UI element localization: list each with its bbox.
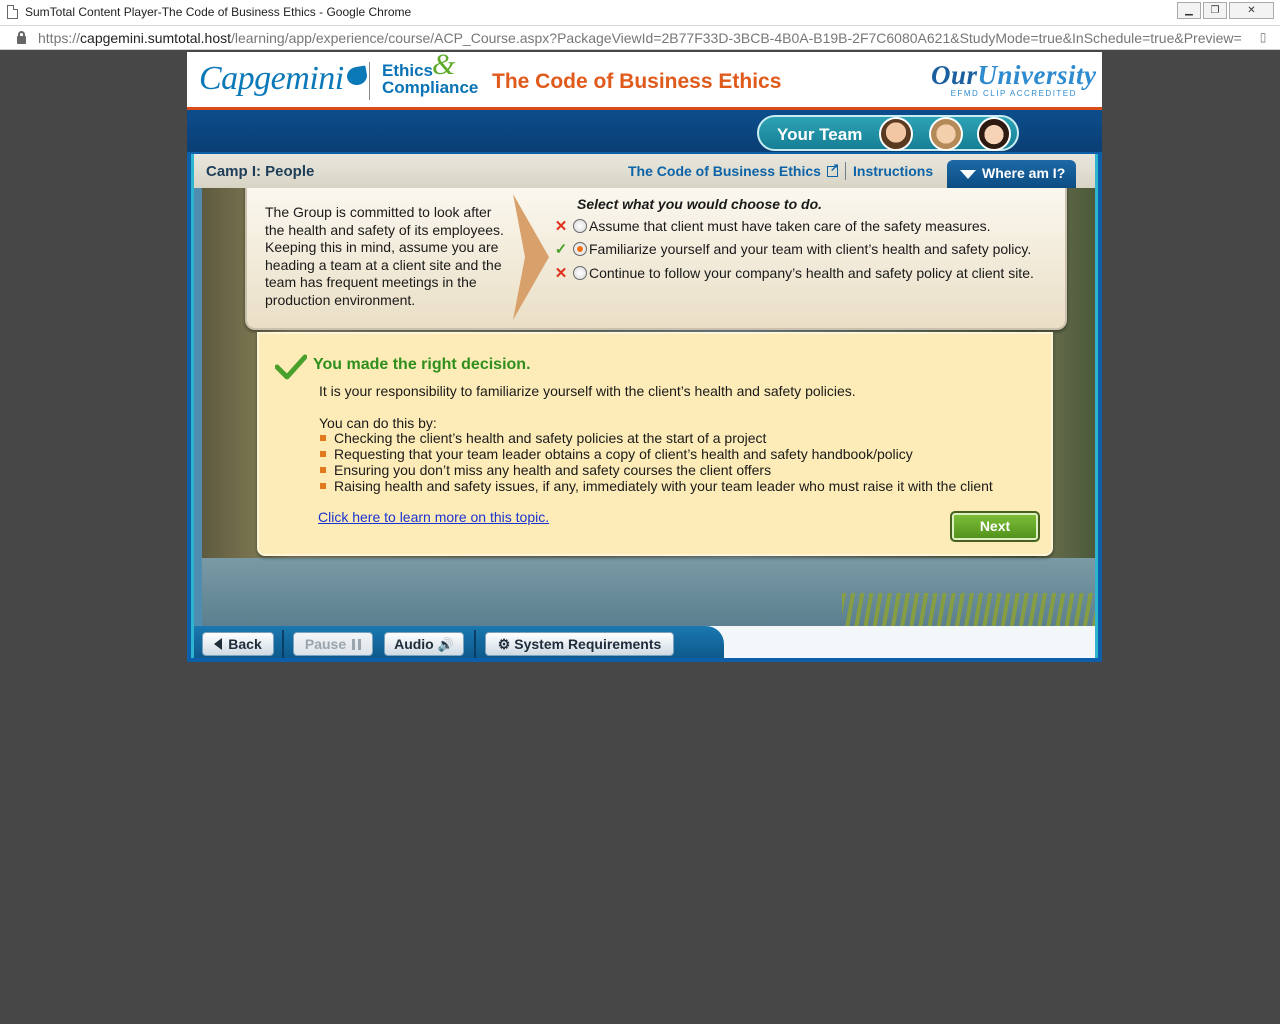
- option-2-radio[interactable]: [573, 242, 587, 256]
- browser-titlebar: SumTotal Content Player-The Code of Busi…: [0, 0, 1280, 26]
- option-2[interactable]: ✓ Familiarize yourself and your team with…: [553, 240, 1032, 258]
- grass-image: [842, 593, 1095, 626]
- speaker-icon: 🔊: [437, 637, 454, 652]
- content-frame: Camp I: People The Code of Business Ethi…: [191, 154, 1098, 658]
- code-of-ethics-link[interactable]: The Code of Business Ethics: [628, 161, 839, 179]
- course-title: The Code of Business Ethics: [492, 70, 782, 93]
- back-button[interactable]: Back: [202, 632, 274, 656]
- list-item: Checking the client’s health and safety …: [319, 430, 993, 446]
- option-1-radio[interactable]: [573, 219, 587, 233]
- course-player: Capgemini Ethics & Compliance The Code o…: [187, 50, 1102, 662]
- pause-button[interactable]: Pause: [293, 632, 373, 656]
- where-am-i-button[interactable]: Where am I?: [947, 160, 1076, 188]
- chevron-right-icon: [513, 194, 549, 320]
- incorrect-icon: ✕: [554, 218, 568, 235]
- extension-icon[interactable]: ▯: [1256, 30, 1270, 46]
- incorrect-icon: ✕: [554, 265, 568, 282]
- correct-icon: ✓: [554, 241, 568, 258]
- feedback-body: It is your responsibility to familiarize…: [319, 383, 856, 399]
- audio-button[interactable]: Audio 🔊: [384, 632, 464, 656]
- ec-ampersand: &: [432, 48, 456, 81]
- your-team-label: Your Team: [777, 125, 863, 144]
- window-controls: ▁ ❐ ✕: [1177, 2, 1274, 19]
- feedback-list: Checking the client’s health and safety …: [319, 430, 993, 494]
- page-icon: [7, 5, 18, 19]
- option-1-label: Assume that client must have taken care …: [589, 218, 991, 234]
- camp-title: Camp I: People: [206, 163, 315, 180]
- camp-nav-bar: Camp I: People The Code of Business Ethi…: [194, 154, 1095, 188]
- ou-subtitle: EFMD CLIP ACCREDITED: [950, 89, 1077, 98]
- scene-background: The Group is committed to look after the…: [202, 188, 1095, 626]
- feedback-intro: You can do this by:: [319, 415, 437, 431]
- ou-university: University: [977, 60, 1097, 90]
- capgemini-logo: Capgemini: [199, 60, 369, 98]
- next-button[interactable]: Next: [950, 511, 1040, 542]
- checkmark-icon: [275, 354, 307, 380]
- list-item: Ensuring you don’t miss any health and s…: [319, 462, 993, 478]
- close-button[interactable]: ✕: [1229, 2, 1274, 19]
- team-member-2-avatar[interactable]: [929, 117, 963, 151]
- team-member-1-avatar[interactable]: [879, 117, 913, 151]
- external-link-icon: [826, 161, 839, 177]
- window-title: SumTotal Content Player-The Code of Busi…: [25, 5, 412, 19]
- scenario-text: The Group is committed to look after the…: [265, 204, 504, 308]
- spade-icon: [345, 65, 369, 87]
- question-panel: The Group is committed to look after the…: [245, 188, 1067, 330]
- gear-icon: ⚙: [497, 636, 511, 652]
- restore-button[interactable]: ❐: [1203, 2, 1227, 19]
- your-team-button[interactable]: Your Team: [757, 115, 1019, 151]
- option-3-radio[interactable]: [573, 266, 587, 280]
- option-1[interactable]: ✕ Assume that client must have taken care…: [553, 217, 991, 235]
- ec-line2: Compliance: [382, 78, 479, 97]
- option-3-label: Continue to follow your company’s health…: [589, 265, 1034, 281]
- pause-icon: [352, 639, 362, 650]
- address-bar[interactable]: https://capgemini.sumtotal.host/learning…: [0, 26, 1280, 50]
- team-member-3-avatar[interactable]: [977, 117, 1011, 151]
- option-2-label: Familiarize yourself and your team with …: [589, 241, 1032, 257]
- feedback-panel: You made the right decision. It is your …: [257, 332, 1053, 556]
- triangle-left-icon: [214, 638, 223, 650]
- header-divider: [369, 62, 370, 100]
- triangle-down-icon: [960, 170, 976, 179]
- list-item: Requesting that your team leader obtains…: [319, 446, 993, 462]
- player-controls: Back Pause Audio 🔊 ⚙ System Requirements: [194, 626, 1095, 658]
- url-text[interactable]: https://capgemini.sumtotal.host/learning…: [38, 30, 1243, 46]
- ec-line1: Ethics: [382, 61, 434, 80]
- control-separator: [282, 630, 284, 658]
- control-separator: [474, 630, 476, 658]
- question-prompt: Select what you would choose to do.: [577, 196, 823, 212]
- url-path: /learning/app/experience/course/ACP_Cour…: [231, 30, 1243, 46]
- minimize-button[interactable]: ▁: [1177, 2, 1201, 19]
- system-requirements-button[interactable]: ⚙ System Requirements: [485, 632, 674, 656]
- our-university-logo: OurUniversity EFMD CLIP ACCREDITED: [931, 60, 1097, 98]
- team-bar: Your Team: [187, 110, 1102, 152]
- url-host: capgemini.sumtotal.host: [80, 30, 231, 46]
- nav-separator: [845, 162, 846, 180]
- url-scheme: https://: [38, 30, 81, 46]
- option-3[interactable]: ✕ Continue to follow your company’s healt…: [553, 264, 1034, 282]
- list-item: Raising health and safety issues, if any…: [319, 478, 993, 494]
- instructions-link[interactable]: Instructions: [853, 163, 933, 179]
- course-header: Capgemini Ethics & Compliance The Code o…: [187, 50, 1102, 110]
- learn-more-link[interactable]: Click here to learn more on this topic.: [318, 509, 549, 525]
- ou-our: Our: [931, 60, 978, 90]
- lock-icon: [17, 31, 26, 44]
- feedback-heading: You made the right decision.: [313, 356, 531, 373]
- ethics-compliance-logo: Ethics & Compliance: [382, 50, 479, 97]
